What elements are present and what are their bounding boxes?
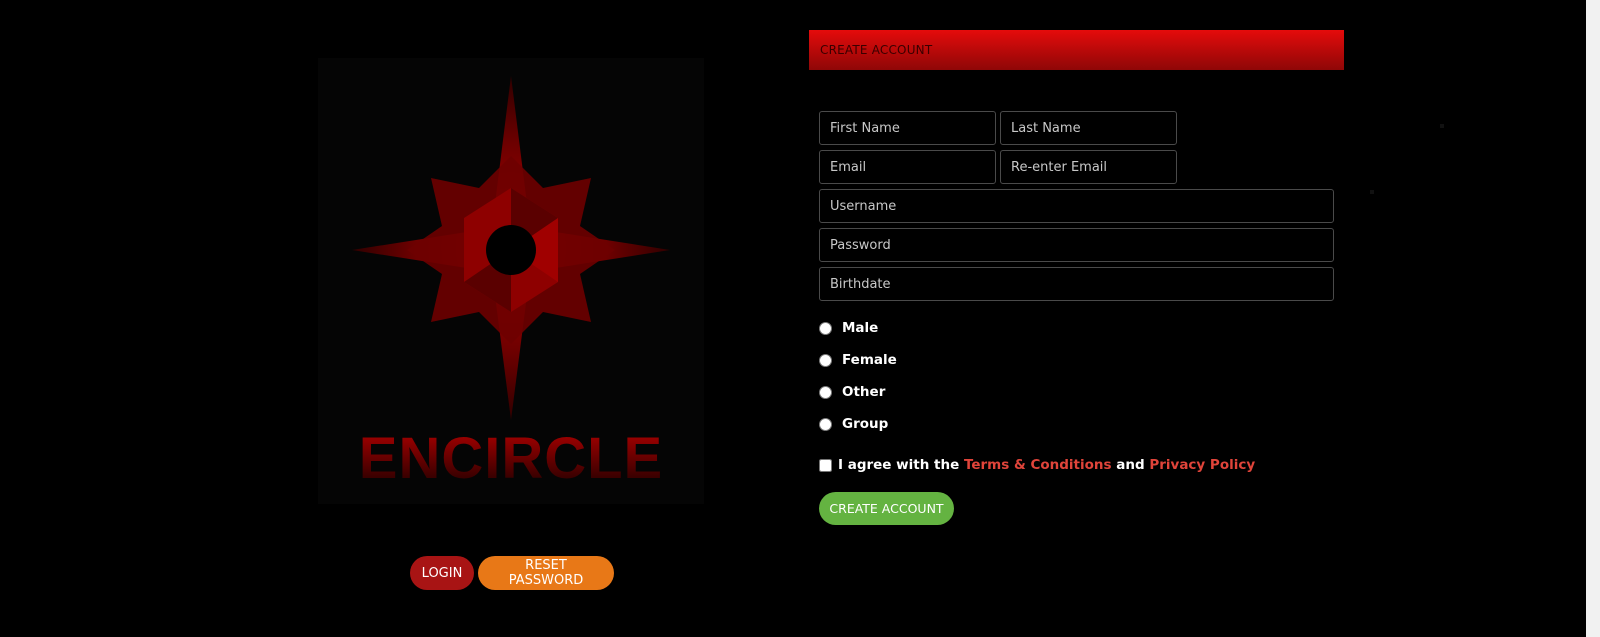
gender-radio-other[interactable]	[819, 385, 832, 399]
privacy-link[interactable]: Privacy Policy	[1149, 457, 1255, 473]
left-actions: LOGIN RESET PASSWORD	[410, 556, 614, 590]
create-account-page: ENCIRCLE LOGIN RESET PASSWORD CREATE ACC…	[0, 0, 1600, 637]
gender-option-group[interactable]: Group	[819, 416, 888, 432]
gender-option-female[interactable]: Female	[819, 352, 897, 368]
create-account-button[interactable]: CREATE ACCOUNT	[819, 492, 954, 525]
password-field[interactable]	[819, 228, 1334, 262]
login-button[interactable]: LOGIN	[410, 556, 474, 590]
stray-artifact	[1440, 124, 1444, 128]
reenter-email-field[interactable]	[1000, 150, 1177, 184]
logo-wordmark: ENCIRCLE	[359, 426, 663, 491]
gender-label-group: Group	[842, 416, 889, 432]
gender-radio-group[interactable]	[819, 417, 832, 431]
email-field[interactable]	[819, 150, 996, 184]
terms-link[interactable]: Terms & Conditions	[964, 457, 1112, 473]
encircle-star-logo-icon: ENCIRCLE	[352, 76, 670, 491]
encircle-logo: ENCIRCLE	[318, 58, 704, 504]
create-account-header: CREATE ACCOUNT	[809, 30, 1344, 70]
reset-password-button[interactable]: RESET PASSWORD	[478, 556, 614, 590]
agree-and: and	[1116, 457, 1145, 473]
terms-agreement: I agree with the Terms & Conditions and …	[819, 457, 1255, 473]
gender-option-male[interactable]: Male	[819, 320, 878, 336]
gender-radio-female[interactable]	[819, 353, 832, 367]
agree-checkbox[interactable]	[819, 458, 832, 472]
first-name-field[interactable]	[819, 111, 996, 145]
username-field[interactable]	[819, 189, 1334, 223]
gender-label-female: Female	[842, 352, 897, 368]
stray-artifact	[1370, 190, 1374, 194]
agree-prefix: I agree with the	[838, 457, 960, 473]
create-account-header-title: CREATE ACCOUNT	[820, 43, 933, 57]
gender-radio-male[interactable]	[819, 321, 832, 335]
page-scrollbar[interactable]	[1586, 0, 1600, 637]
gender-label-male: Male	[842, 320, 879, 336]
last-name-field[interactable]	[1000, 111, 1177, 145]
birthdate-field[interactable]	[819, 267, 1334, 301]
gender-label-other: Other	[842, 384, 886, 400]
gender-option-other[interactable]: Other	[819, 384, 885, 400]
